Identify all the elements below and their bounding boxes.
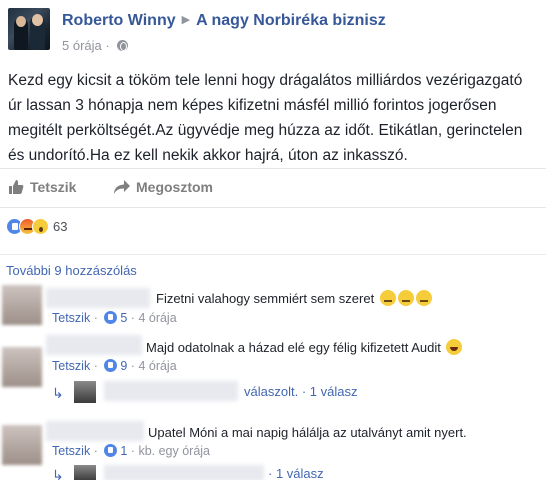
replier-name-redacted[interactable] — [104, 381, 238, 401]
comment-like-link[interactable]: Tetszik — [52, 444, 90, 458]
like-count-icon — [104, 311, 118, 324]
post-header: Roberto Winny ▶ A nagy Norbiréka biznisz 5… — [8, 8, 538, 58]
author-avatar[interactable] — [8, 8, 50, 50]
reaction-count: 63 — [53, 219, 68, 235]
share-button[interactable]: Megosztom — [114, 179, 213, 195]
group-name[interactable]: A nagy Norbiréka biznisz — [196, 12, 386, 29]
comment-text: Upatel Móni a mai napig hálálja az utalv… — [148, 425, 467, 440]
comment-meta: Tetszik · 1 · kb. egy órája — [52, 444, 211, 458]
comment-meta: Tetszik · 9 · 4 órája — [52, 359, 177, 373]
commenter-avatar[interactable] — [2, 285, 42, 325]
share-arrow-icon — [114, 180, 130, 194]
author-line: Roberto Winny ▶ A nagy Norbiréka biznisz — [62, 12, 386, 30]
like-label: Tetszik — [30, 179, 77, 195]
expressionless-emoji-icon — [397, 290, 414, 306]
expressionless-emoji-icon — [415, 290, 432, 306]
author-name[interactable]: Roberto Winny — [62, 12, 176, 29]
wow-reaction-icon — [32, 218, 49, 236]
reactions-summary[interactable]: 63 — [6, 218, 67, 238]
reply-count: 1 válasz — [275, 466, 324, 480]
commenter-name-redacted[interactable] — [46, 288, 150, 308]
post-meta: 5 órája · — [62, 38, 129, 53]
reply-arrow-icon: ↳ — [52, 467, 64, 480]
comments-section: További 9 hozzászólás Fizetni valahogy s… — [0, 254, 546, 480]
like-button[interactable]: Tetszik — [8, 179, 76, 195]
commenter-name-redacted[interactable] — [46, 335, 142, 355]
commenter-avatar[interactable] — [2, 425, 42, 465]
laughing-emoji-icon — [446, 339, 463, 355]
replier-avatar[interactable] — [74, 465, 96, 480]
comment-time[interactable]: 4 órája — [138, 359, 176, 373]
comment-text: Fizetni valahogy semmiért sem szeret — [156, 290, 432, 306]
comment-like-count[interactable]: 1 — [120, 444, 127, 458]
reply-arrow-icon: ↳ — [52, 385, 64, 401]
comment-like-count[interactable]: 9 — [120, 359, 127, 373]
like-count-icon — [104, 444, 118, 457]
globe-icon[interactable] — [117, 40, 129, 51]
post-body: Kezd egy kicsit a tököm tele lenni hogy … — [8, 72, 523, 164]
like-count-icon — [104, 359, 118, 372]
comment-meta: Tetszik · 5 · 4 órája — [52, 311, 177, 325]
commenter-name-redacted[interactable] — [46, 421, 144, 441]
reply-summary[interactable]: · 1 válasz — [268, 466, 324, 480]
expressionless-emoji-icon — [379, 290, 396, 306]
reply-count: 1 válasz — [309, 384, 358, 399]
comment-text: Majd odatolnak a házad elé egy félig kif… — [146, 339, 463, 355]
action-bar: Tetszik Megosztom — [0, 168, 546, 208]
post-time[interactable]: 5 órája — [62, 38, 102, 53]
replier-avatar[interactable] — [74, 381, 96, 403]
comment-like-link[interactable]: Tetszik — [52, 359, 90, 373]
comment-time[interactable]: 4 órája — [138, 311, 176, 325]
share-label: Megosztom — [136, 179, 213, 195]
thumbs-up-icon — [9, 180, 24, 194]
comment-like-link[interactable]: Tetszik — [52, 311, 90, 325]
more-comments-link[interactable]: További 9 hozzászólás — [6, 263, 137, 278]
comment-like-count[interactable]: 5 — [120, 311, 127, 325]
replier-name-redacted[interactable] — [104, 465, 264, 480]
reply-summary[interactable]: válaszolt. · 1 válasz — [244, 384, 358, 399]
arrow-right-icon: ▶ — [181, 14, 191, 26]
comment-time[interactable]: kb. egy órája — [138, 444, 210, 458]
commenter-avatar[interactable] — [2, 347, 42, 387]
